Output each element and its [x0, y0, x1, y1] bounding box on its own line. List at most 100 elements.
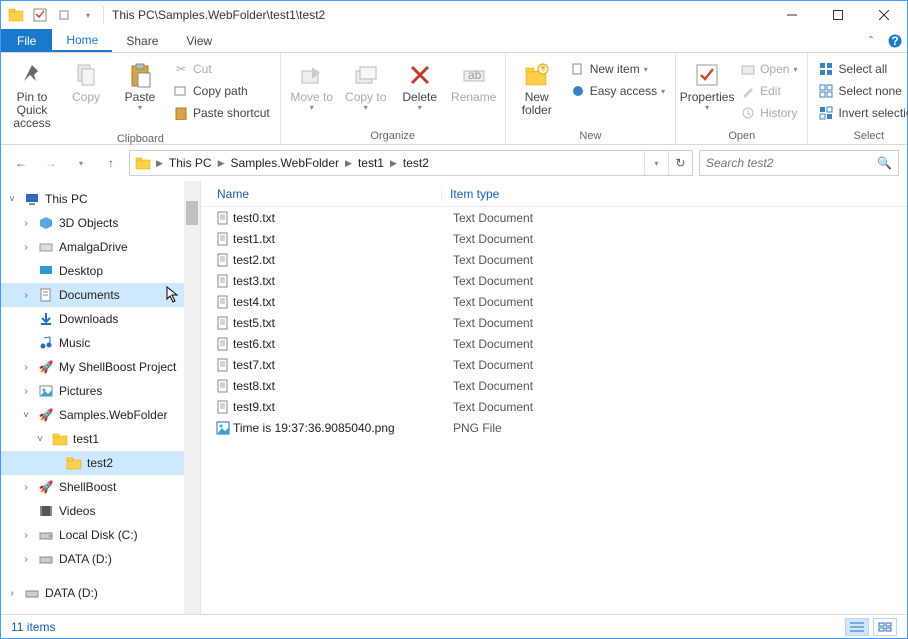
tab-view[interactable]: View	[172, 29, 226, 52]
minimize-button[interactable]	[769, 1, 815, 29]
tree-item[interactable]: ›DATA (D:)	[1, 547, 200, 571]
tree-test1[interactable]: ˅test1	[1, 427, 200, 451]
expand-icon[interactable]: ›	[19, 530, 33, 541]
tree-item-documents[interactable]: ›Documents	[1, 283, 200, 307]
tree-item[interactable]: ›Local Disk (C:)	[1, 523, 200, 547]
tree-test2-selected[interactable]: test2	[1, 451, 200, 475]
expand-icon[interactable]: ›	[19, 554, 33, 565]
paste-button[interactable]: Paste ▾	[115, 55, 165, 113]
tree-item[interactable]: ›AmalgaDrive	[1, 235, 200, 259]
search-icon[interactable]: 🔍	[877, 156, 892, 170]
column-item-type[interactable]: Item type	[441, 187, 907, 201]
properties-icon[interactable]	[29, 4, 51, 26]
qat-dropdown-icon[interactable]	[53, 4, 75, 26]
open-button[interactable]: Open ▾	[736, 59, 801, 79]
file-row[interactable]: test5.txtText Document	[213, 312, 907, 333]
qat-customize-icon[interactable]: ▾	[77, 4, 99, 26]
file-row[interactable]: test3.txtText Document	[213, 270, 907, 291]
tree-scrollbar[interactable]	[184, 181, 200, 614]
collapse-ribbon-icon[interactable]: ˆ	[859, 29, 883, 52]
file-row[interactable]: test6.txtText Document	[213, 333, 907, 354]
paste-shortcut-button[interactable]: Paste shortcut	[169, 103, 274, 123]
crumb-this-pc[interactable]: This PC	[167, 156, 214, 170]
file-row[interactable]: Time is 19:37:36.9085040.pngPNG File	[213, 417, 907, 438]
delete-button[interactable]: Delete▾	[395, 55, 445, 113]
tree-item[interactable]: Downloads	[1, 307, 200, 331]
tree-item[interactable]: ›Pictures	[1, 379, 200, 403]
navigation-tree[interactable]: ˅This PC ›3D Objects ›AmalgaDrive Deskto…	[1, 181, 201, 614]
thumbnails-view-button[interactable]	[873, 618, 897, 636]
collapse-icon[interactable]: ˅	[33, 434, 47, 445]
expand-icon[interactable]: ›	[5, 588, 19, 599]
collapse-icon[interactable]: ˅	[19, 410, 33, 421]
file-row[interactable]: test9.txtText Document	[213, 396, 907, 417]
tree-item[interactable]: ›🚀My ShellBoost Project	[1, 355, 200, 379]
easy-access-button[interactable]: Easy access ▾	[566, 81, 669, 101]
select-none-button[interactable]: Select none	[814, 81, 908, 101]
tree-item[interactable]: ›3D Objects	[1, 211, 200, 235]
expand-icon[interactable]: ›	[19, 290, 33, 301]
expand-icon[interactable]: ›	[19, 386, 33, 397]
edit-button[interactable]: Edit	[736, 81, 801, 101]
search-input[interactable]	[706, 156, 877, 170]
details-view-button[interactable]	[845, 618, 869, 636]
tab-share[interactable]: Share	[112, 29, 172, 52]
expand-icon[interactable]: ›	[19, 482, 33, 493]
expand-icon[interactable]: ›	[19, 362, 33, 373]
chevron-right-icon[interactable]: ▶	[154, 158, 165, 169]
expand-icon[interactable]: ›	[19, 242, 33, 253]
tree-item[interactable]: Desktop	[1, 259, 200, 283]
chevron-right-icon[interactable]: ▶	[216, 158, 227, 169]
scrollbar-thumb[interactable]	[186, 201, 198, 225]
chevron-right-icon[interactable]: ▶	[343, 158, 354, 169]
move-to-button[interactable]: Move to▾	[287, 55, 337, 113]
tab-home[interactable]: Home	[52, 29, 112, 52]
tree-item[interactable]: Music	[1, 331, 200, 355]
crumb-samples[interactable]: Samples.WebFolder	[229, 156, 342, 170]
file-row[interactable]: test8.txtText Document	[213, 375, 907, 396]
file-row[interactable]: test0.txtText Document	[213, 207, 907, 228]
chevron-right-icon[interactable]: ▶	[388, 158, 399, 169]
back-button[interactable]: ←	[9, 151, 33, 175]
properties-button[interactable]: Properties▾	[682, 55, 732, 113]
tree-this-pc[interactable]: ˅This PC	[1, 187, 200, 211]
copy-to-button[interactable]: Copy to▾	[341, 55, 391, 113]
forward-button[interactable]: →	[39, 151, 63, 175]
folder-icon[interactable]	[5, 4, 27, 26]
new-item-button[interactable]: New item ▾	[566, 59, 669, 79]
file-row[interactable]: test2.txtText Document	[213, 249, 907, 270]
titlebar-separator	[103, 6, 104, 24]
file-list[interactable]: test0.txtText Documenttest1.txtText Docu…	[201, 207, 907, 614]
column-name[interactable]: Name	[201, 187, 441, 201]
address-bar[interactable]: ▶ This PC ▶ Samples.WebFolder ▶ test1 ▶ …	[129, 150, 693, 176]
tree-item[interactable]: ›🚀ShellBoost	[1, 475, 200, 499]
maximize-button[interactable]	[815, 1, 861, 29]
tab-file[interactable]: File	[1, 29, 52, 52]
cut-button[interactable]: ✂Cut	[169, 59, 274, 79]
file-row[interactable]: test4.txtText Document	[213, 291, 907, 312]
file-row[interactable]: test1.txtText Document	[213, 228, 907, 249]
history-button[interactable]: History	[736, 103, 801, 123]
pin-quick-access-button[interactable]: Pin to Quick access	[7, 55, 57, 131]
rename-button[interactable]: ab Rename	[449, 55, 499, 104]
tree-item[interactable]: ›DATA (D:)	[1, 581, 200, 605]
collapse-icon[interactable]: ˅	[5, 194, 19, 205]
crumb-test1[interactable]: test1	[356, 156, 386, 170]
select-all-button[interactable]: Select all	[814, 59, 908, 79]
tree-samples-web[interactable]: ˅🚀Samples.WebFolder	[1, 403, 200, 427]
recent-dropdown[interactable]: ▾	[69, 151, 93, 175]
help-icon[interactable]: ?	[883, 29, 907, 52]
tree-item[interactable]: Videos	[1, 499, 200, 523]
new-folder-button[interactable]: ✳ New folder	[512, 55, 562, 117]
up-button[interactable]: ↑	[99, 151, 123, 175]
invert-selection-button[interactable]: Invert selection	[814, 103, 908, 123]
copy-path-button[interactable]: Copy path	[169, 81, 274, 101]
address-dropdown[interactable]: ▾	[644, 151, 668, 175]
file-row[interactable]: test7.txtText Document	[213, 354, 907, 375]
copy-button[interactable]: Copy	[61, 55, 111, 104]
crumb-test2[interactable]: test2	[401, 156, 431, 170]
search-box[interactable]: 🔍	[699, 150, 899, 176]
expand-icon[interactable]: ›	[19, 218, 33, 229]
refresh-button[interactable]: ↻	[668, 151, 692, 175]
close-button[interactable]	[861, 1, 907, 29]
